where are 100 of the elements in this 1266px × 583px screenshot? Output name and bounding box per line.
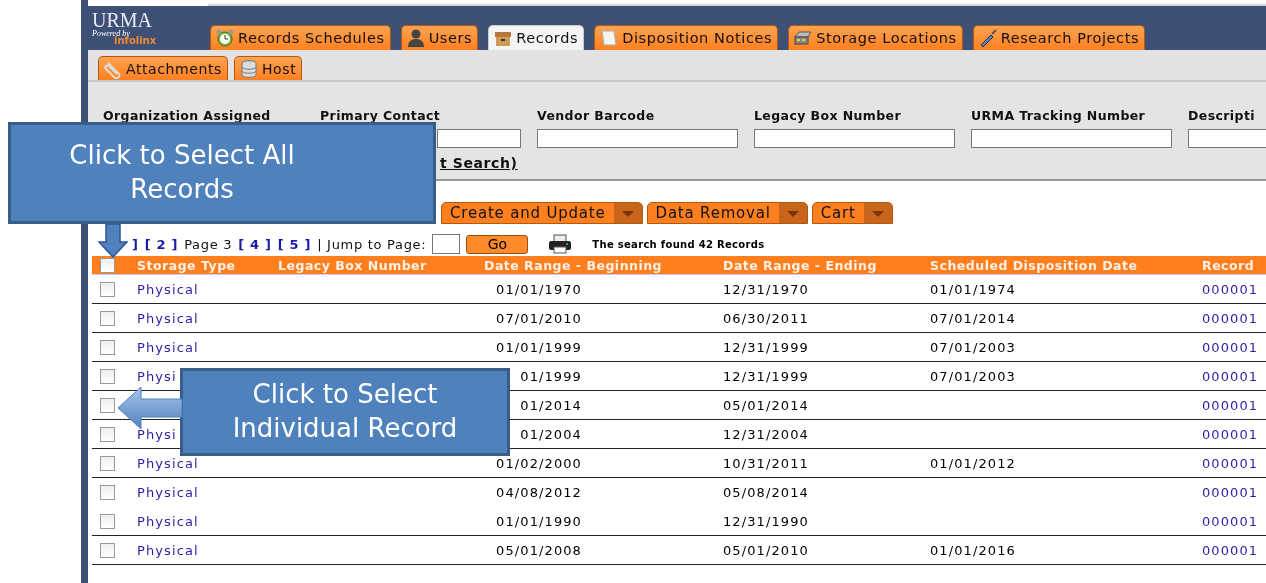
current-page: Page 3 <box>184 236 233 252</box>
row-checkbox[interactable] <box>100 398 115 413</box>
table-cell: 05/01/2014 <box>723 397 809 413</box>
scroll-icon <box>599 28 620 48</box>
arrow-icon <box>117 386 183 430</box>
table-cell[interactable]: 000001 <box>1202 542 1259 558</box>
nav-tab[interactable]: Disposition Notices <box>594 25 779 50</box>
table-cell: 01/01/1999 <box>496 339 582 355</box>
field-label: Descripti <box>1188 108 1255 123</box>
drive-icon <box>793 28 814 48</box>
jump-label: | Jump to Page: <box>317 236 427 252</box>
page-link[interactable]: [ 2 ] <box>144 236 179 252</box>
logo-brand: infolinx <box>114 36 158 46</box>
nav-tab[interactable]: Records <box>488 25 585 50</box>
callout-box: Click to Select All Records <box>8 122 436 224</box>
table-cell[interactable]: 000001 <box>1202 455 1259 471</box>
caret-icon <box>613 203 642 223</box>
table-cell[interactable]: 000001 <box>1202 513 1259 529</box>
table-cell[interactable]: 000001 <box>1202 484 1259 500</box>
page-link[interactable]: [ 4 ] <box>238 236 272 252</box>
field-label: Organization Assigned <box>103 108 271 123</box>
table-cell: 01/1999 <box>520 368 582 384</box>
table-cell[interactable]: 000001 <box>1202 397 1259 413</box>
table-cell: 01/01/2012 <box>930 455 1016 471</box>
table-cell: 06/30/2011 <box>723 310 809 326</box>
row-checkbox[interactable] <box>100 427 115 442</box>
field-label: URMA Tracking Number <box>971 108 1146 123</box>
go-button[interactable]: Go <box>466 234 529 254</box>
caret-icon <box>778 203 807 223</box>
field-label: Vendor Barcode <box>537 108 655 123</box>
table-cell: 10/31/2011 <box>723 455 809 471</box>
row-checkbox[interactable] <box>100 514 115 529</box>
table-cell[interactable]: Physi <box>137 426 177 442</box>
table-cell: 01/01/1974 <box>930 281 1016 297</box>
table-cell[interactable]: Physical <box>137 310 199 326</box>
table-cell[interactable]: 000001 <box>1202 368 1259 384</box>
caret-icon <box>863 203 892 223</box>
table-cell[interactable]: Physical <box>137 513 199 529</box>
row-checkbox[interactable] <box>100 543 115 558</box>
arrow-icon <box>98 224 128 258</box>
table-cell[interactable]: Physical <box>137 542 199 558</box>
result-count: The search found 42 Records <box>592 238 765 250</box>
callout-box: Click to Select Individual Record <box>180 368 510 456</box>
row-checkbox[interactable] <box>100 369 115 384</box>
table-cell: 12/31/1990 <box>723 513 809 529</box>
table-cell[interactable]: Physical <box>137 455 199 471</box>
table-cell: 04/08/2012 <box>496 484 582 500</box>
search-link[interactable]: t Search) <box>440 155 518 171</box>
table-cell: 12/31/1999 <box>723 339 809 355</box>
field-label: Primary Contact <box>320 108 441 123</box>
table-cell: 12/31/1970 <box>723 281 809 297</box>
table-cell: 01/01/1970 <box>496 281 582 297</box>
field-label: Legacy Box Number <box>754 108 902 123</box>
row-checkbox[interactable] <box>100 485 115 500</box>
row-checkbox[interactable] <box>100 282 115 297</box>
table-cell[interactable]: Physi <box>137 368 177 384</box>
table-cell: 01/02/2000 <box>496 455 582 471</box>
page-input[interactable] <box>432 234 461 254</box>
nav-tab[interactable]: Records Schedules <box>210 25 391 50</box>
table-cell[interactable]: Physical <box>137 484 199 500</box>
menu-button[interactable]: Cart <box>811 202 893 224</box>
table-cell: 07/01/2014 <box>930 310 1016 326</box>
menu-button[interactable]: Data Removal <box>646 202 808 224</box>
table-cell[interactable]: 000001 <box>1202 310 1259 326</box>
table-cell: 01/01/2016 <box>930 542 1016 558</box>
table-cell: 01/2004 <box>520 426 582 442</box>
row-checkbox[interactable] <box>100 456 115 471</box>
input-field[interactable] <box>754 129 955 148</box>
table-cell[interactable]: 000001 <box>1202 426 1259 442</box>
table-cell: 01/01/1990 <box>496 513 582 529</box>
table-cell[interactable]: 000001 <box>1202 281 1259 297</box>
input-field[interactable] <box>437 129 521 148</box>
page-link[interactable]: ] <box>132 236 139 252</box>
sub-tab[interactable]: Attachments <box>98 56 228 80</box>
table-cell: 05/01/2010 <box>723 542 809 558</box>
nav-tab[interactable]: Users <box>400 25 479 50</box>
row-checkbox[interactable] <box>100 340 115 355</box>
alarm-clock-icon <box>215 28 235 48</box>
table-cell[interactable]: 000001 <box>1202 339 1259 355</box>
printer-icon[interactable] <box>548 234 573 254</box>
page-link[interactable]: [ 5 ] <box>277 236 312 252</box>
person-icon <box>405 28 426 48</box>
table-cell: 01/2014 <box>520 397 582 413</box>
table-cell: 12/31/2004 <box>723 426 809 442</box>
table-cell: 07/01/2010 <box>496 310 582 326</box>
table-cell: 07/01/2003 <box>930 368 1016 384</box>
nav-tab[interactable]: Research Projects <box>972 25 1146 50</box>
input-field[interactable] <box>971 129 1172 148</box>
menu-button[interactable]: Create and Update <box>441 202 643 224</box>
row-checkbox[interactable] <box>100 311 115 326</box>
input-field[interactable] <box>537 129 738 148</box>
sub-tab[interactable]: Host <box>233 56 303 80</box>
logo-title: URMA <box>92 10 153 30</box>
table-cell: 07/01/2003 <box>930 339 1016 355</box>
nav-tab[interactable]: Storage Locations <box>788 25 963 50</box>
table-cell: 05/01/2008 <box>496 542 582 558</box>
database-icon <box>238 58 259 79</box>
table-cell[interactable]: Physical <box>137 339 199 355</box>
table-cell[interactable]: Physical <box>137 281 199 297</box>
select-all-checkbox[interactable] <box>100 258 115 273</box>
